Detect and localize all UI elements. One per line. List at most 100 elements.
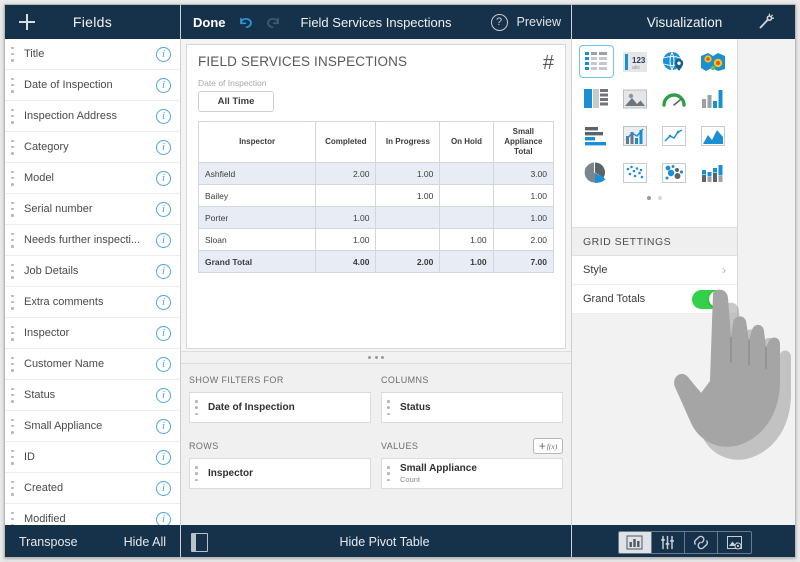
field-row[interactable]: ID i <box>5 442 180 473</box>
viz-option-bubble-chart[interactable] <box>657 156 692 189</box>
redo-arrow-icon[interactable] <box>265 14 282 31</box>
viz-option-line-chart[interactable] <box>657 119 692 152</box>
drag-handle-icon[interactable] <box>11 356 15 372</box>
viz-option-grid-table-chart[interactable] <box>579 45 614 78</box>
shelf-columns-pill[interactable]: Status <box>381 392 563 423</box>
drag-handle-icon[interactable] <box>387 466 391 481</box>
info-icon[interactable]: i <box>156 201 171 217</box>
drag-handle-icon[interactable] <box>11 139 15 155</box>
viz-option-stacked-list-chart[interactable] <box>579 82 614 115</box>
info-icon[interactable]: i <box>156 418 171 434</box>
drag-handle-icon[interactable] <box>195 400 199 415</box>
drag-handle-icon[interactable] <box>11 46 15 62</box>
info-icon[interactable]: i <box>156 387 171 403</box>
add-formula-button[interactable]: + f(x) <box>533 438 563 454</box>
viz-option-stacked-column-chart[interactable] <box>695 156 730 189</box>
info-icon[interactable]: i <box>156 139 171 155</box>
viz-option-image-card-chart[interactable] <box>618 82 653 115</box>
link-chain-icon[interactable] <box>685 531 718 553</box>
drag-handle-icon[interactable] <box>11 511 15 525</box>
drag-handle-icon[interactable] <box>11 201 15 217</box>
info-icon[interactable]: i <box>156 263 171 279</box>
field-row[interactable]: Modified i <box>5 504 180 525</box>
grand-totals-toggle[interactable] <box>692 289 726 309</box>
table-cell-value: 1.00 <box>375 162 441 185</box>
drag-handle-icon[interactable] <box>11 77 15 93</box>
viz-option-number-card-chart[interactable]: 123 abc <box>618 45 653 78</box>
field-row[interactable]: Status i <box>5 380 180 411</box>
drag-handle-icon[interactable] <box>11 325 15 341</box>
viz-option-heat-map-chart[interactable] <box>695 45 730 78</box>
viz-option-column-chart[interactable] <box>695 82 730 115</box>
viz-option-bar-chart[interactable] <box>579 119 614 152</box>
info-icon[interactable]: i <box>156 170 171 186</box>
drag-handle-icon[interactable] <box>11 418 15 434</box>
viz-option-area-chart[interactable] <box>695 119 730 152</box>
image-settings-icon[interactable] <box>718 532 751 553</box>
drag-handle-icon[interactable] <box>11 387 15 403</box>
field-label: Title <box>24 48 45 60</box>
drag-handle-icon[interactable] <box>11 449 15 465</box>
transpose-button[interactable]: Transpose <box>19 535 78 549</box>
info-icon[interactable]: i <box>156 449 171 465</box>
plus-icon[interactable] <box>19 14 35 30</box>
drag-handle-icon[interactable] <box>11 170 15 186</box>
page-dot-1[interactable] <box>647 196 651 200</box>
panel-resize-grip[interactable] <box>181 351 571 364</box>
info-icon[interactable]: i <box>156 46 171 62</box>
info-icon[interactable]: i <box>156 77 171 93</box>
field-row[interactable]: Category i <box>5 132 180 163</box>
field-row[interactable]: Small Appliance i <box>5 411 180 442</box>
undo-arrow-icon[interactable] <box>237 14 254 31</box>
hide-all-button[interactable]: Hide All <box>124 535 166 549</box>
date-filter-button[interactable]: All Time <box>198 91 274 112</box>
field-row[interactable]: Needs further inspecti... i <box>5 225 180 256</box>
viz-option-gauge-chart[interactable] <box>657 82 692 115</box>
done-button[interactable]: Done <box>193 15 226 30</box>
info-icon[interactable]: i <box>156 325 171 341</box>
shelf-filters-pill[interactable]: Date of Inspection <box>189 392 371 423</box>
hide-pivot-table-button[interactable]: Hide Pivot Table <box>208 535 561 549</box>
shelf-values-pill[interactable]: Small Appliance Count <box>381 458 563 489</box>
left-panel-toggle-icon[interactable] <box>191 532 208 552</box>
drag-handle-icon[interactable] <box>11 232 15 248</box>
settings-row-grand-totals[interactable]: Grand Totals <box>572 285 737 314</box>
viz-option-combo-chart[interactable] <box>618 119 653 152</box>
info-icon[interactable]: i <box>156 511 171 525</box>
info-icon[interactable]: i <box>156 232 171 248</box>
field-row[interactable]: Customer Name i <box>5 349 180 380</box>
info-icon[interactable]: i <box>156 480 171 496</box>
field-row[interactable]: Inspector i <box>5 318 180 349</box>
sliders-settings-icon[interactable] <box>652 531 685 553</box>
drag-handle-icon[interactable] <box>11 480 15 496</box>
settings-row-style[interactable]: Style › <box>572 256 737 285</box>
magic-wand-icon[interactable] <box>757 13 775 36</box>
field-row[interactable]: Extra comments i <box>5 287 180 318</box>
fields-list[interactable]: Title i Date of Inspection i Inspection Addr… <box>5 39 180 525</box>
drag-handle-icon[interactable] <box>11 263 15 279</box>
drag-handle-icon[interactable] <box>387 400 391 415</box>
field-row[interactable]: Job Details i <box>5 256 180 287</box>
field-row[interactable]: Created i <box>5 473 180 504</box>
drag-handle-icon[interactable] <box>11 108 15 124</box>
question-mark-icon[interactable]: ? <box>490 13 508 31</box>
shelf-rows-pill[interactable]: Inspector <box>189 458 371 489</box>
drag-handle-icon[interactable] <box>11 294 15 310</box>
chart-type-icon[interactable] <box>618 531 652 553</box>
info-icon[interactable]: i <box>156 294 171 310</box>
field-row[interactable]: Inspection Address i <box>5 101 180 132</box>
field-row[interactable]: Title i <box>5 39 180 70</box>
preview-button[interactable]: Preview <box>517 15 561 29</box>
hash-grid-icon[interactable]: # <box>543 53 554 73</box>
field-row[interactable]: Date of Inspection i <box>5 70 180 101</box>
field-row[interactable]: Model i <box>5 163 180 194</box>
viz-option-scatter-chart[interactable] <box>618 156 653 189</box>
page-dot-2[interactable] <box>658 196 662 200</box>
visualization-page-dots[interactable] <box>572 196 737 200</box>
info-icon[interactable]: i <box>156 356 171 372</box>
field-row[interactable]: Serial number i <box>5 194 180 225</box>
info-icon[interactable]: i <box>156 108 171 124</box>
viz-option-globe-map-chart[interactable] <box>657 45 692 78</box>
viz-option-pie-chart[interactable] <box>579 156 614 189</box>
drag-handle-icon[interactable] <box>195 466 199 481</box>
